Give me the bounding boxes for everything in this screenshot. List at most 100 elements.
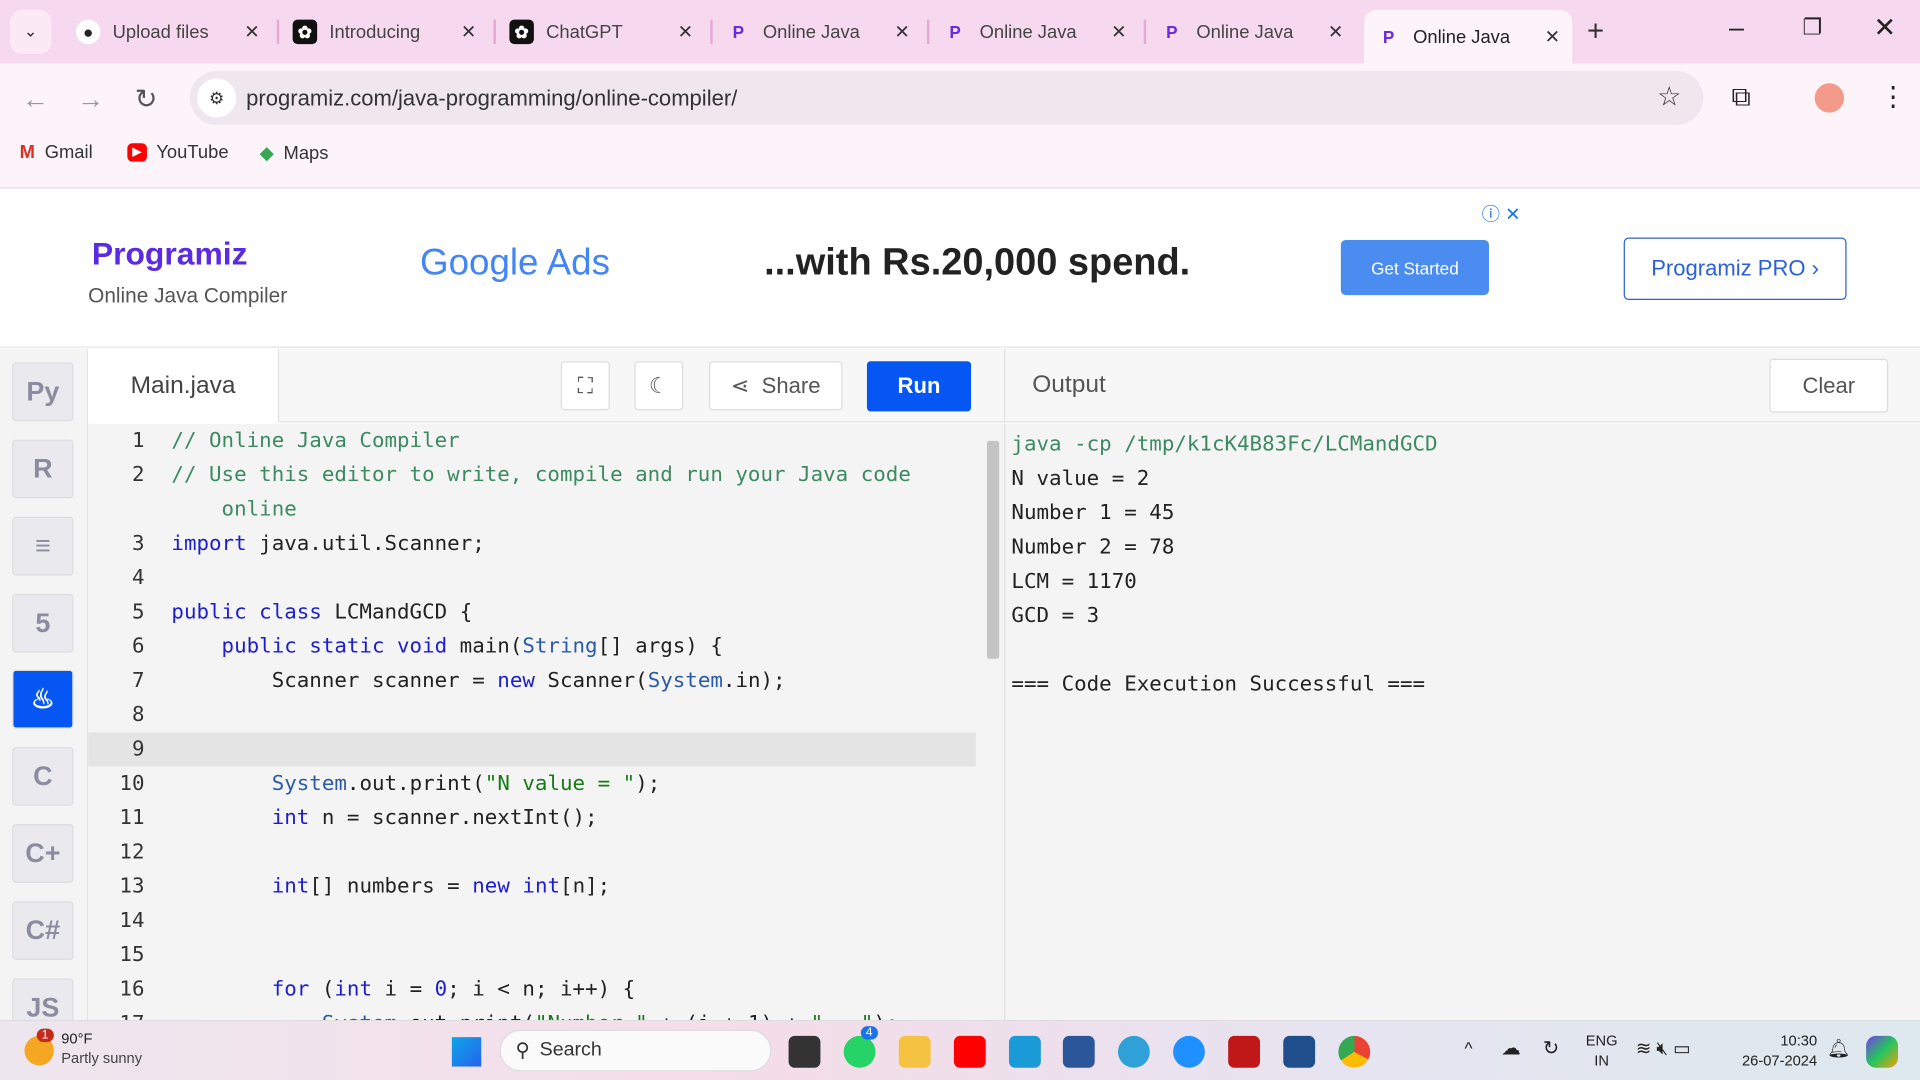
reload-button[interactable]: ↻ <box>135 83 158 115</box>
close-tab-icon[interactable]: ✕ <box>244 21 259 43</box>
close-tab-icon[interactable]: ✕ <box>678 21 693 43</box>
output-header: Output Clear <box>1004 348 1920 423</box>
extensions-icon[interactable]: ⧉ <box>1731 81 1750 113</box>
profile-avatar[interactable] <box>1814 83 1845 113</box>
tab-search-button[interactable]: ⌄ <box>9 9 52 54</box>
wifi-volume-battery-icons[interactable]: ≋ 🔇︎ ▭ <box>1636 1037 1691 1059</box>
onedrive-icon[interactable]: ☁ <box>1501 1036 1521 1060</box>
date: 26-07-2024 <box>1741 1051 1818 1069</box>
run-button[interactable]: Run <box>866 361 972 412</box>
close-tab-icon[interactable]: ✕ <box>1545 26 1560 48</box>
code-token: [] args) { <box>597 634 723 659</box>
code-line: int n = scanner.nextInt(); <box>171 801 598 835</box>
code-token: int <box>522 874 561 899</box>
cpp-button[interactable]: C+ <box>12 824 74 883</box>
share-icon: ⋖ <box>730 372 750 398</box>
browser-tab[interactable]: ✿ ChatGPT ✕ <box>497 10 705 54</box>
code-token: + (i + 1) + <box>648 1011 811 1020</box>
java-button[interactable]: ♨ <box>12 669 74 729</box>
whatsapp-icon[interactable]: 4 <box>843 1026 878 1068</box>
code-token: import <box>171 531 247 556</box>
code-line: // Online Java Compiler <box>171 424 459 458</box>
close-tab-icon[interactable]: ✕ <box>1111 21 1126 43</box>
restore-button[interactable]: ❐ <box>1802 15 1822 41</box>
browser-tab[interactable]: P Online Java ✕ <box>931 10 1139 54</box>
editor-header: Main.java ⛶ ☾ ⋖ Share Run <box>88 348 1005 423</box>
code-token: int <box>271 874 310 899</box>
help-icon[interactable] <box>1173 1035 1205 1068</box>
ad-cta-button[interactable]: Get Started <box>1340 240 1489 296</box>
tab-title: Upload files <box>112 21 209 43</box>
start-button[interactable] <box>451 1037 482 1067</box>
search-label: Search <box>539 1039 602 1061</box>
programiz-logo[interactable]: Programiz <box>92 235 248 273</box>
sql-button[interactable]: ≡ <box>12 516 74 576</box>
fullscreen-button[interactable]: ⛶ <box>560 361 610 411</box>
clock[interactable]: 10:30 26-07-2024 <box>1734 1031 1817 1070</box>
language-indicator[interactable]: ENG IN <box>1586 1031 1618 1070</box>
store-icon[interactable] <box>1283 1035 1316 1068</box>
weather-widget[interactable]: 1 90°F Partly sunny <box>24 1028 142 1068</box>
file-explorer-icon[interactable] <box>898 1035 931 1068</box>
tab-separator <box>276 19 280 45</box>
csharp-button[interactable]: C# <box>12 901 74 961</box>
taskbar-search[interactable]: ⚲ Search <box>499 1029 772 1072</box>
notification-icon[interactable]: 🔔︎ <box>1827 1037 1850 1059</box>
menu-icon[interactable]: ⋮ <box>1880 81 1907 113</box>
browser-tab[interactable]: P Online Java ✕ <box>1364 9 1573 64</box>
taskbar: 1 90°F Partly sunny ⚲ Search 4 ^ ☁ ↻ ENG IN… <box>0 1020 1920 1080</box>
browser-tab[interactable]: ✿ Introducing ✕ <box>280 10 488 54</box>
new-tab-button[interactable]: + <box>1587 15 1604 49</box>
r-button[interactable]: R <box>12 439 74 499</box>
task-view-icon[interactable] <box>788 1035 821 1068</box>
ad-info-icon[interactable]: ⓘ ✕ <box>1482 201 1521 227</box>
mcafee-icon[interactable] <box>1228 1035 1261 1068</box>
output-console: java -cp /tmp/k1cK4B83Fc/LCMandGCD N valu… <box>1004 423 1920 1021</box>
output-line: java -cp /tmp/k1cK4B83Fc/LCMandGCD <box>1011 432 1438 457</box>
minimize-button[interactable]: – <box>1729 12 1744 44</box>
region-code: IN <box>1594 1051 1609 1069</box>
code-editor[interactable]: 1 // Online Java Compiler 2 // Use this edi… <box>88 423 1005 1021</box>
bookmark-star-icon[interactable]: ☆ <box>1657 81 1681 113</box>
browser-tab[interactable]: ● Upload files ✕ <box>64 10 272 54</box>
line-number: 9 <box>131 737 145 762</box>
c-button[interactable]: C <box>12 746 74 806</box>
word-icon[interactable] <box>1062 1035 1095 1068</box>
site-info-icon[interactable]: ⚙ <box>197 78 237 118</box>
file-tab[interactable]: Main.java <box>88 348 280 423</box>
copilot-icon[interactable] <box>1866 1035 1898 1068</box>
close-tab-icon[interactable]: ✕ <box>1328 21 1343 43</box>
bookmark-youtube[interactable]: ▶ YouTube <box>127 142 229 163</box>
editor-scrollbar[interactable] <box>986 440 1000 659</box>
close-window-button[interactable]: ✕ <box>1873 12 1896 44</box>
dark-mode-button[interactable]: ☾ <box>634 361 684 411</box>
html-button[interactable]: 5 <box>12 593 74 653</box>
address-bar[interactable]: ⚙ programiz.com/java-programming/online-… <box>189 71 1704 125</box>
browser-tab[interactable]: P Online Java ✕ <box>1147 10 1355 54</box>
search-icon: ⚲ <box>515 1040 530 1062</box>
temperature: 90°F <box>61 1029 93 1047</box>
back-button[interactable]: ← <box>22 83 49 115</box>
chrome-icon[interactable] <box>1338 1035 1371 1068</box>
bookmark-gmail[interactable]: M Gmail <box>20 142 93 163</box>
mylp-icon[interactable] <box>1008 1035 1041 1068</box>
url-text: programiz.com/java-programming/online-co… <box>246 85 738 110</box>
browser-tab[interactable]: P Online Java ✕ <box>714 10 922 54</box>
close-tab-icon[interactable]: ✕ <box>461 21 476 43</box>
share-button[interactable]: ⋖ Share <box>708 361 843 411</box>
youtube-app-icon[interactable] <box>953 1035 986 1068</box>
clear-button[interactable]: Clear <box>1769 358 1889 413</box>
programiz-pro-button[interactable]: Programiz PRO › <box>1623 237 1847 301</box>
tray-overflow-icon[interactable]: ^ <box>1465 1038 1473 1058</box>
python-button[interactable]: Py <box>12 362 74 422</box>
programiz-icon: P <box>1166 22 1178 42</box>
sync-icon[interactable]: ↻ <box>1543 1036 1559 1060</box>
output-line: === Code Execution Successful === <box>1011 672 1426 697</box>
edge-icon[interactable] <box>1117 1035 1150 1068</box>
bookmark-maps[interactable]: ◆ Maps <box>260 142 329 164</box>
code-token: .in); <box>722 668 786 694</box>
line-number: 6 <box>131 634 145 659</box>
forward-button[interactable]: → <box>77 83 104 115</box>
close-tab-icon[interactable]: ✕ <box>894 21 909 43</box>
